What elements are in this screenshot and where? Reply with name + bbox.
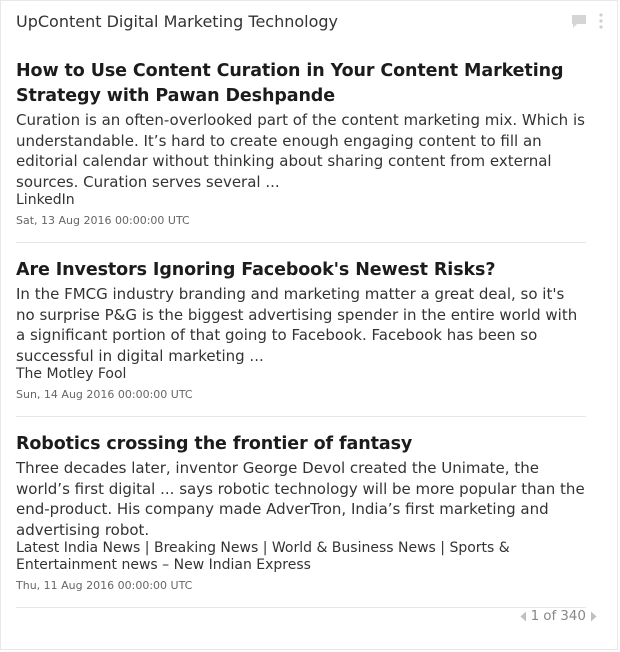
article-source: Latest India News | Breaking News | Worl… [16, 540, 510, 573]
article-snippet: Curation is an often-overlooked part of … [16, 111, 585, 191]
page-of-label: of [543, 608, 557, 624]
prev-page-arrow-icon[interactable] [520, 611, 527, 622]
article-snippet: Three decades later, inventor George Dev… [16, 459, 585, 539]
pagination: 1 of 340 [520, 608, 597, 624]
current-page: 1 [530, 608, 540, 624]
more-vertical-icon[interactable] [599, 13, 603, 29]
article-title-link[interactable]: Robotics crossing the frontier of fantas… [16, 432, 586, 457]
article-item: Robotics crossing the frontier of fantas… [16, 432, 586, 608]
article-source: LinkedIn [16, 192, 75, 208]
article-item: How to Use Content Curation in Your Cont… [16, 59, 586, 243]
total-pages: 340 [560, 608, 586, 624]
article-date: Sat, 13 Aug 2016 00:00:00 UTC [16, 214, 190, 227]
header-actions [571, 13, 603, 29]
article-list: How to Use Content Curation in Your Cont… [16, 59, 586, 623]
widget-title: UpContent Digital Marketing Technology [16, 12, 339, 31]
article-date: Sun, 14 Aug 2016 00:00:00 UTC [16, 388, 193, 401]
article-date: Thu, 11 Aug 2016 00:00:00 UTC [16, 579, 193, 592]
next-page-arrow-icon[interactable] [590, 611, 597, 622]
article-item: Are Investors Ignoring Facebook's Newest… [16, 258, 586, 417]
feed-widget: UpContent Digital Marketing Technology H… [0, 0, 618, 650]
article-source: The Motley Fool [16, 366, 127, 382]
article-title-link[interactable]: Are Investors Ignoring Facebook's Newest… [16, 258, 586, 283]
article-title-link[interactable]: How to Use Content Curation in Your Cont… [16, 59, 586, 109]
widget-header: UpContent Digital Marketing Technology [16, 11, 605, 35]
article-snippet: In the FMCG industry branding and market… [16, 285, 578, 365]
comment-icon[interactable] [571, 14, 587, 29]
